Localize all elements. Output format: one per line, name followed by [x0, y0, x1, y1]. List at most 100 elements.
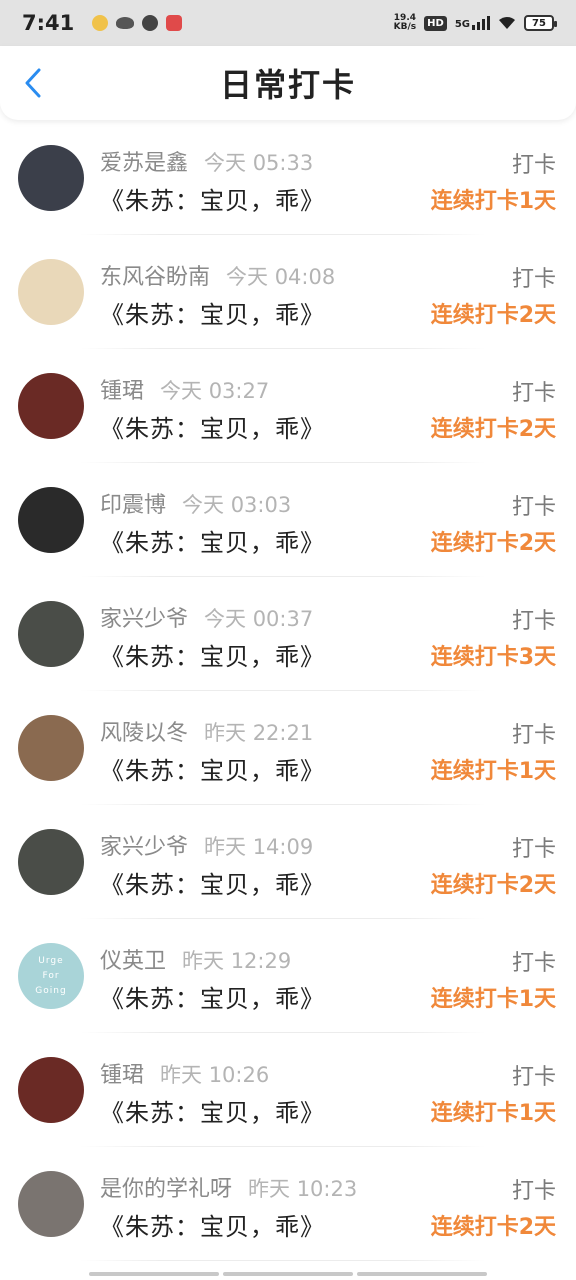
checkin-tag: 打卡: [511, 951, 556, 976]
list-item[interactable]: 家兴少爷 昨天 14:09 《朱苏：宝贝，乖》 打卡 连续打卡2天: [0, 805, 576, 919]
hd-icon: HD: [424, 15, 447, 31]
checkin-time: 今天 03:27: [160, 379, 270, 403]
back-button[interactable]: [18, 66, 48, 100]
avatar-text: Urge: [38, 955, 64, 966]
list-item[interactable]: 印震博 今天 03:03 《朱苏：宝贝，乖》 打卡 连续打卡2天: [0, 463, 576, 577]
streak-badge: 连续打卡1天: [430, 1101, 556, 1126]
user-name[interactable]: 风陵以冬: [100, 715, 188, 747]
name-line: 锺珺 今天 03:27: [100, 373, 269, 405]
avatar[interactable]: [18, 829, 84, 895]
user-name[interactable]: 爱苏是鑫: [100, 145, 188, 177]
streak-badge: 连续打卡2天: [430, 531, 556, 556]
checkin-time: 今天 03:03: [182, 493, 292, 517]
name-line: 锺珺 昨天 10:26: [100, 1057, 269, 1089]
checkin-tag: 打卡: [511, 1065, 556, 1090]
list-item[interactable]: 家兴少爷 今天 00:37 《朱苏：宝贝，乖》 打卡 连续打卡3天: [0, 577, 576, 691]
avatar[interactable]: [18, 487, 84, 553]
checkin-list: 爱苏是鑫 今天 05:33 《朱苏：宝贝，乖》 打卡 连续打卡1天 东风谷盼南 …: [0, 121, 576, 1261]
streak-badge: 连续打卡3天: [430, 645, 556, 670]
checkin-tag: 打卡: [511, 837, 556, 862]
network-speed: 19.4 KB/s: [393, 13, 417, 32]
status-time: 7:41: [22, 11, 75, 35]
home-indicator[interactable]: [0, 1272, 576, 1276]
checkin-tag: 打卡: [511, 1179, 556, 1204]
chevron-left-icon: [25, 68, 41, 98]
list-item[interactable]: 爱苏是鑫 今天 05:33 《朱苏：宝贝，乖》 打卡 连续打卡1天: [0, 121, 576, 235]
name-line: 风陵以冬 昨天 22:21: [100, 715, 313, 747]
name-line: 是你的学礼呀 昨天 10:23: [100, 1171, 357, 1203]
list-item[interactable]: 风陵以冬 昨天 22:21 《朱苏：宝贝，乖》 打卡 连续打卡1天: [0, 691, 576, 805]
battery-icon: 75: [524, 15, 557, 31]
work-title[interactable]: 《朱苏：宝贝，乖》: [100, 979, 325, 1014]
calendar-icon: [166, 15, 183, 31]
work-title[interactable]: 《朱苏：宝贝，乖》: [100, 181, 325, 216]
user-name[interactable]: 东风谷盼南: [100, 259, 210, 291]
avatar[interactable]: [18, 145, 84, 211]
avatar-text: Going: [35, 985, 67, 996]
media-icon: [142, 15, 159, 31]
avatar-text: For: [42, 970, 60, 981]
name-line: 仪英卫 昨天 12:29: [100, 943, 291, 975]
user-name[interactable]: 家兴少爷: [100, 829, 188, 861]
checkin-time: 昨天 10:26: [160, 1063, 270, 1087]
avatar[interactable]: [18, 373, 84, 439]
wifi-icon: [499, 17, 515, 29]
work-title[interactable]: 《朱苏：宝贝，乖》: [100, 295, 325, 330]
checkin-time: 昨天 12:29: [182, 949, 292, 973]
checkin-tag: 打卡: [511, 381, 556, 406]
user-name[interactable]: 家兴少爷: [100, 601, 188, 633]
user-name[interactable]: 锺珺: [100, 1057, 144, 1089]
work-title[interactable]: 《朱苏：宝贝，乖》: [100, 751, 325, 786]
notification-icons: [92, 15, 183, 31]
name-line: 印震博 今天 03:03: [100, 487, 291, 519]
status-right: 19.4 KB/s HD 5G 75: [393, 13, 557, 32]
avatar[interactable]: [18, 601, 84, 667]
work-title[interactable]: 《朱苏：宝贝，乖》: [100, 523, 325, 558]
name-line: 东风谷盼南 今天 04:08: [100, 259, 335, 291]
list-item[interactable]: Urge For Going 仪英卫 昨天 12:29 《朱苏：宝贝，乖》 打卡 连…: [0, 919, 576, 1033]
user-name[interactable]: 印震博: [100, 487, 166, 519]
streak-badge: 连续打卡2天: [430, 303, 556, 328]
page-header: 日常打卡: [0, 46, 576, 120]
status-bar: 7:41 19.4 KB/s HD 5G 75: [0, 0, 576, 46]
user-name[interactable]: 是你的学礼呀: [100, 1171, 232, 1203]
streak-badge: 连续打卡1天: [430, 189, 556, 214]
checkin-time: 昨天 14:09: [204, 835, 314, 859]
checkin-time: 昨天 22:21: [204, 721, 314, 745]
checkin-tag: 打卡: [511, 723, 556, 748]
checkin-tag: 打卡: [511, 609, 556, 634]
user-name[interactable]: 锺珺: [100, 373, 144, 405]
cloud-icon: [116, 17, 135, 29]
name-line: 爱苏是鑫 今天 05:33: [100, 145, 313, 177]
streak-badge: 连续打卡1天: [430, 759, 556, 784]
checkin-time: 昨天 10:23: [248, 1177, 358, 1201]
streak-badge: 连续打卡1天: [430, 987, 556, 1012]
work-title[interactable]: 《朱苏：宝贝，乖》: [100, 637, 325, 672]
checkin-tag: 打卡: [511, 153, 556, 178]
page-title: 日常打卡: [219, 66, 356, 104]
list-item[interactable]: 是你的学礼呀 昨天 10:23 《朱苏：宝贝，乖》 打卡 连续打卡2天: [0, 1147, 576, 1261]
avatar[interactable]: [18, 715, 84, 781]
avatar[interactable]: [18, 259, 84, 325]
work-title[interactable]: 《朱苏：宝贝，乖》: [100, 1207, 325, 1242]
checkin-tag: 打卡: [511, 267, 556, 292]
list-item[interactable]: 东风谷盼南 今天 04:08 《朱苏：宝贝，乖》 打卡 连续打卡2天: [0, 235, 576, 349]
checkin-tag: 打卡: [511, 495, 556, 520]
name-line: 家兴少爷 今天 00:37: [100, 601, 313, 633]
checkin-time: 今天 00:37: [204, 607, 314, 631]
avatar[interactable]: [18, 1057, 84, 1123]
work-title[interactable]: 《朱苏：宝贝，乖》: [100, 409, 325, 444]
user-name[interactable]: 仪英卫: [100, 943, 166, 975]
list-item[interactable]: 锺珺 昨天 10:26 《朱苏：宝贝，乖》 打卡 连续打卡1天: [0, 1033, 576, 1147]
avatar[interactable]: Urge For Going: [18, 943, 84, 1009]
list-item[interactable]: 锺珺 今天 03:27 《朱苏：宝贝，乖》 打卡 连续打卡2天: [0, 349, 576, 463]
streak-badge: 连续打卡2天: [430, 417, 556, 442]
signal-icon: 5G: [455, 16, 490, 30]
divider: [80, 1260, 486, 1261]
avatar[interactable]: [18, 1171, 84, 1237]
work-title[interactable]: 《朱苏：宝贝，乖》: [100, 1093, 325, 1128]
name-line: 家兴少爷 昨天 14:09: [100, 829, 313, 861]
work-title[interactable]: 《朱苏：宝贝，乖》: [100, 865, 325, 900]
app-notification-icon: [92, 15, 109, 31]
streak-badge: 连续打卡2天: [430, 873, 556, 898]
